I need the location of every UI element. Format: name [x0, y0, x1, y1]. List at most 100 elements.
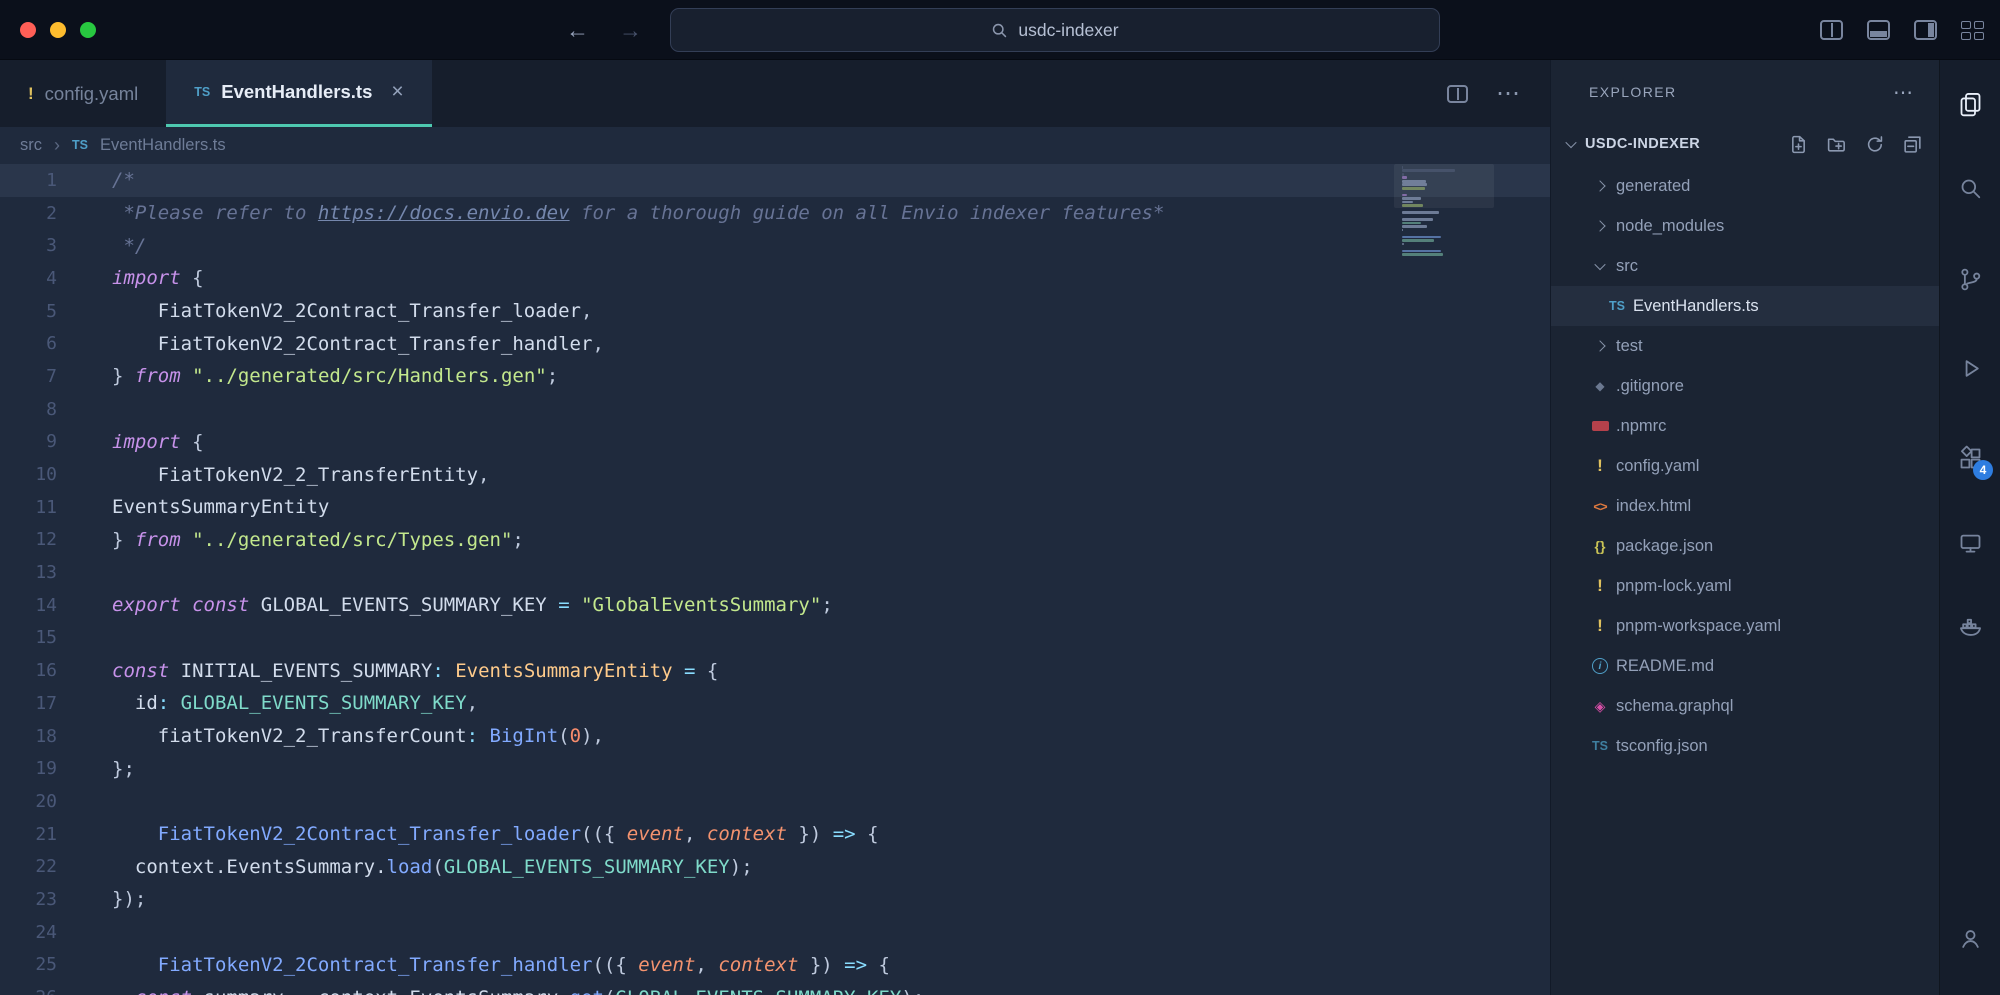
- code-editor[interactable]: 1 /* 2 *Please refer to https://docs.envio…: [0, 163, 1550, 995]
- tree-item-label: pnpm-lock.yaml: [1616, 577, 1732, 596]
- tree-item-readme-md[interactable]: iREADME.md: [1551, 646, 1939, 686]
- code-line[interactable]: 5 FiatTokenV2_2Contract_Transfer_loader,: [0, 295, 1550, 328]
- workspace-section-header[interactable]: USDC-INDEXER: [1551, 122, 1939, 166]
- tree-item-pnpm-workspace-yaml[interactable]: ! pnpm-workspace.yaml: [1551, 606, 1939, 646]
- line-number: 8: [0, 399, 57, 420]
- tree-item-npmrc[interactable]: .npmrc: [1551, 406, 1939, 446]
- code-line[interactable]: 20: [0, 785, 1550, 818]
- tree-item-test[interactable]: test: [1551, 326, 1939, 366]
- new-file-icon[interactable]: [1788, 134, 1809, 155]
- activity-explorer-icon[interactable]: [1952, 85, 1988, 121]
- tree-item-eventhandlers-ts[interactable]: TSEventHandlers.ts: [1551, 286, 1939, 326]
- tree-item-label: generated: [1616, 177, 1690, 196]
- code-line[interactable]: 2 *Please refer to https://docs.envio.de…: [0, 197, 1550, 230]
- code-line[interactable]: 24: [0, 916, 1550, 949]
- activity-account-icon[interactable]: [1952, 920, 1988, 956]
- back-button[interactable]: ←: [566, 17, 589, 44]
- tab-eventhandlers-ts[interactable]: TS EventHandlers.ts ×: [166, 60, 431, 127]
- activity-docker-icon[interactable]: [1952, 608, 1988, 644]
- collapse-all-icon[interactable]: [1902, 134, 1923, 155]
- code-text: /*: [112, 169, 135, 191]
- split-editor-button[interactable]: [1447, 85, 1468, 103]
- activity-remote-icon[interactable]: [1952, 525, 1988, 561]
- minimap-line: [1402, 236, 1441, 239]
- new-folder-icon[interactable]: [1826, 134, 1847, 155]
- tree-item-package-json[interactable]: {}package.json: [1551, 526, 1939, 566]
- breadcrumb-file[interactable]: EventHandlers.ts: [100, 136, 226, 155]
- chevron-right-icon: [1594, 180, 1605, 191]
- minimap[interactable]: [1402, 166, 1486, 257]
- code-line[interactable]: 19};: [0, 752, 1550, 785]
- tab-config-yaml[interactable]: ! config.yaml: [0, 60, 166, 127]
- code-line[interactable]: 18 fiatTokenV2_2_TransferCount: BigInt(0…: [0, 720, 1550, 753]
- toggle-panel-icon[interactable]: [1867, 20, 1890, 40]
- tree-item-label: tsconfig.json: [1616, 737, 1708, 756]
- forward-button[interactable]: →: [619, 17, 642, 44]
- code-line[interactable]: 4import {: [0, 262, 1550, 295]
- code-line[interactable]: 22 context.EventsSummary.load(GLOBAL_EVE…: [0, 850, 1550, 883]
- line-number: 7: [0, 366, 57, 387]
- tree-item-node-modules[interactable]: node_modules: [1551, 206, 1939, 246]
- tree-item-generated[interactable]: generated: [1551, 166, 1939, 206]
- tree-item-schema-graphql[interactable]: ◈schema.graphql: [1551, 686, 1939, 726]
- code-line[interactable]: 8: [0, 393, 1550, 426]
- tree-item-gitignore[interactable]: ◆.gitignore: [1551, 366, 1939, 406]
- code-line[interactable]: 21 FiatTokenV2_2Contract_Transfer_loader…: [0, 818, 1550, 851]
- code-line[interactable]: 6 FiatTokenV2_2Contract_Transfer_handler…: [0, 327, 1550, 360]
- minimap-line: [1402, 176, 1407, 179]
- activity-run-debug-icon[interactable]: [1952, 350, 1988, 386]
- tree-item-label: node_modules: [1616, 217, 1724, 236]
- file-tree: generated node_modulessrcTSEventHandlers.…: [1551, 166, 1939, 766]
- code-line[interactable]: 7} from "../generated/src/Handlers.gen";: [0, 360, 1550, 393]
- tree-item-pnpm-lock-yaml[interactable]: ! pnpm-lock.yaml: [1551, 566, 1939, 606]
- command-center-search[interactable]: usdc-indexer: [670, 8, 1440, 52]
- code-line[interactable]: 15: [0, 622, 1550, 655]
- activity-extensions-icon[interactable]: 4: [1952, 440, 1988, 476]
- code-line[interactable]: 11EventsSummaryEntity: [0, 491, 1550, 524]
- more-actions-button[interactable]: ⋯: [1496, 79, 1520, 108]
- code-line[interactable]: 1 /*: [0, 164, 1550, 197]
- code-line[interactable]: 9import {: [0, 426, 1550, 459]
- refresh-icon[interactable]: [1864, 134, 1885, 155]
- code-line[interactable]: 25 FiatTokenV2_2Contract_Transfer_handle…: [0, 949, 1550, 982]
- code-line[interactable]: 10 FiatTokenV2_2_TransferEntity,: [0, 458, 1550, 491]
- code-line[interactable]: 17 id: GLOBAL_EVENTS_SUMMARY_KEY,: [0, 687, 1550, 720]
- code-line[interactable]: 13: [0, 556, 1550, 589]
- code-text: } from "../generated/src/Types.gen";: [112, 529, 524, 551]
- tree-item-label: index.html: [1616, 497, 1691, 516]
- code-line[interactable]: 26 const summary = context.EventsSummary…: [0, 981, 1550, 995]
- activity-source-control-icon[interactable]: [1952, 261, 1988, 297]
- tree-item-label: README.md: [1616, 657, 1714, 676]
- toggle-sidebar-icon[interactable]: [1914, 20, 1937, 40]
- split-editor-layout-icon[interactable]: [1820, 20, 1843, 40]
- customize-layout-icon[interactable]: [1961, 21, 1984, 40]
- line-number: 1: [0, 170, 57, 191]
- activity-search-icon[interactable]: [1952, 170, 1988, 206]
- close-tab-icon[interactable]: ×: [391, 80, 403, 104]
- tree-item-label: config.yaml: [1616, 457, 1699, 476]
- tree-item-label: schema.graphql: [1616, 697, 1733, 716]
- tree-item-index-html[interactable]: <>index.html: [1551, 486, 1939, 526]
- tree-item-label: pnpm-workspace.yaml: [1616, 617, 1781, 636]
- code-line[interactable]: 23});: [0, 883, 1550, 916]
- warning-icon: !: [1597, 616, 1603, 636]
- code-line[interactable]: 3 */: [0, 229, 1550, 262]
- tree-item-src[interactable]: src: [1551, 246, 1939, 286]
- warning-icon: !: [1597, 576, 1603, 596]
- line-number: 6: [0, 333, 57, 354]
- tree-item-tsconfig-json[interactable]: TStsconfig.json: [1551, 726, 1939, 766]
- code-line[interactable]: 16const INITIAL_EVENTS_SUMMARY: EventsSu…: [0, 654, 1550, 687]
- minimize-window-button[interactable]: [50, 22, 66, 38]
- more-actions-icon[interactable]: ⋯: [1893, 80, 1913, 105]
- code-line[interactable]: 14export const GLOBAL_EVENTS_SUMMARY_KEY…: [0, 589, 1550, 622]
- tree-item-config-yaml[interactable]: !config.yaml: [1551, 446, 1939, 486]
- line-number: 18: [0, 726, 57, 747]
- close-window-button[interactable]: [20, 22, 36, 38]
- code-line[interactable]: 12} from "../generated/src/Types.gen";: [0, 524, 1550, 557]
- warning-icon: !: [28, 84, 34, 104]
- breadcrumb-folder[interactable]: src: [20, 136, 42, 155]
- history-nav: ← →: [566, 0, 642, 60]
- zoom-window-button[interactable]: [80, 22, 96, 38]
- tree-item-label: .npmrc: [1616, 417, 1666, 436]
- line-number: 14: [0, 595, 57, 616]
